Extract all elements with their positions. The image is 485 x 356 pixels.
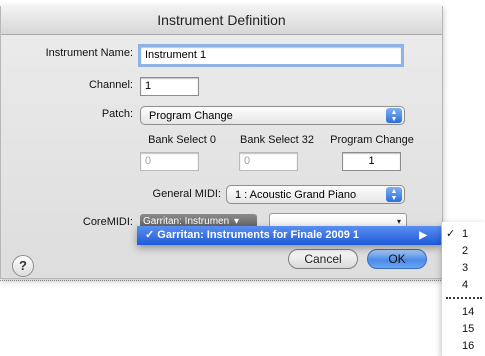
program-change-field[interactable]: 1 [342, 152, 401, 171]
bank-select-0-field: 0 [140, 152, 199, 171]
general-midi-popup[interactable]: 1 : Acoustic Grand Piano ▲ ▼ [226, 185, 405, 204]
menu-scroll-separator [446, 297, 482, 299]
port-item-1[interactable]: ✓ 1 [442, 226, 485, 242]
port-item-label: 1 [462, 228, 469, 240]
instrument-name-field[interactable]: Instrument 1 [138, 44, 404, 67]
bank-select-32-field: 0 [239, 152, 298, 171]
popup-arrows-icon: ▲ ▼ [386, 187, 402, 202]
channel-label: Channel: [88, 79, 133, 91]
help-button[interactable]: ? [12, 255, 34, 277]
cancel-button[interactable]: Cancel [288, 249, 358, 269]
general-midi-label: General MIDI: [152, 188, 221, 200]
channel-field[interactable]: 1 [140, 77, 199, 96]
port-item-label: 14 [462, 306, 475, 318]
coremidi-label: CoreMIDI: [82, 216, 133, 228]
instrument-name-label: Instrument Name: [45, 47, 133, 59]
background-divider [0, 280, 441, 281]
program-change-label: Program Change [330, 134, 414, 146]
port-item-label: 16 [462, 340, 475, 352]
port-item-label: 2 [462, 245, 469, 257]
port-item-label: 15 [462, 323, 475, 335]
submenu-arrow-icon: ▶ [419, 230, 427, 241]
checkmark-icon: ✓ [446, 228, 456, 240]
bank-select-0-label: Bank Select 0 [148, 134, 216, 146]
coremidi-device-menu: ✓ Garritan: Instruments for Finale 2009 … [137, 226, 441, 245]
port-submenu: ✓ 1 2 3 4 14 15 16 [442, 222, 485, 356]
port-item-2[interactable]: 2 [442, 243, 485, 259]
port-item-14[interactable]: 14 [442, 304, 485, 320]
port-item-label: 4 [462, 279, 469, 291]
port-item-4[interactable]: 4 [442, 277, 485, 293]
ok-button[interactable]: OK [367, 249, 427, 269]
patch-popup-value: Program Change [149, 110, 233, 122]
port-item-label: 3 [462, 262, 469, 274]
port-item-3[interactable]: 3 [442, 260, 485, 276]
dialog-title: Instrument Definition [1, 6, 442, 35]
patch-popup[interactable]: Program Change ▲ ▼ [140, 106, 405, 125]
menu-item-garritan[interactable]: ✓ Garritan: Instruments for Finale 2009 … [137, 226, 441, 245]
port-item-16[interactable]: 16 [442, 338, 485, 354]
chevron-down-icon: ▾ [396, 217, 401, 226]
bank-select-32-label: Bank Select 32 [240, 134, 314, 146]
patch-label: Patch: [101, 108, 133, 120]
general-midi-value: 1 : Acoustic Grand Piano [235, 189, 357, 201]
popup-arrows-icon: ▲ ▼ [386, 108, 402, 123]
port-item-15[interactable]: 15 [442, 321, 485, 337]
menu-item-garritan-label: ✓ Garritan: Instruments for Finale 2009 … [145, 229, 360, 241]
